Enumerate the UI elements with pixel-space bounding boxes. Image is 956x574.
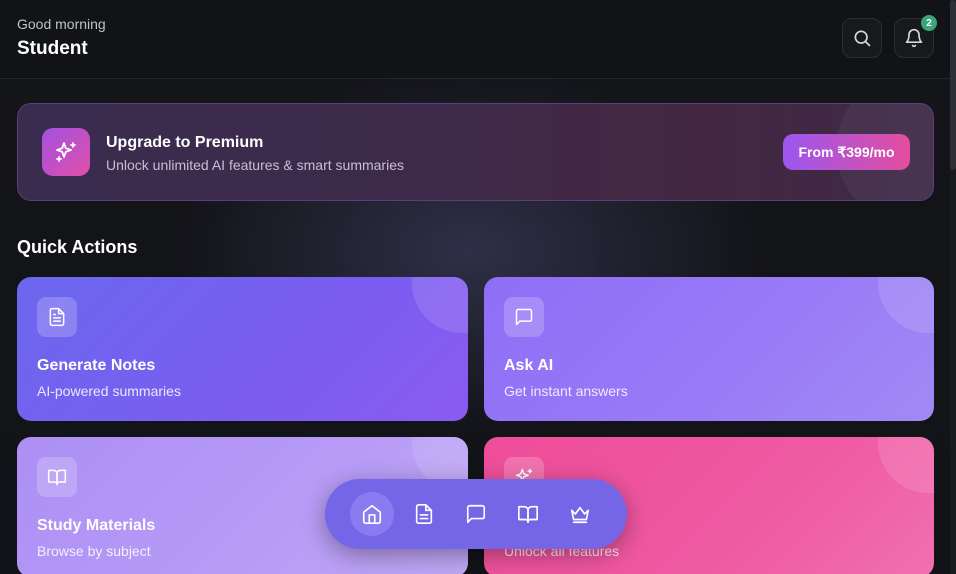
upgrade-price-button[interactable]: From ₹399/mo [783, 134, 910, 170]
premium-icon-tile [42, 128, 90, 176]
ask-ai-card[interactable]: Ask AI Get instant answers [484, 277, 934, 421]
quick-actions-title: Quick Actions [17, 237, 138, 257]
nav-premium[interactable] [558, 492, 602, 536]
crown-icon [570, 506, 590, 524]
premium-subtitle: Unlock unlimited AI features & smart sum… [106, 157, 404, 173]
chat-icon [466, 504, 486, 524]
premium-title: Upgrade to Premium [106, 134, 264, 151]
card-title: Ask AI [504, 357, 554, 374]
chat-icon [515, 308, 533, 326]
decorative-circle [878, 437, 934, 493]
card-subtitle: AI-powered summaries [37, 383, 181, 399]
card-icon-tile [504, 297, 544, 337]
nav-notes[interactable] [402, 492, 446, 536]
card-subtitle: Get instant answers [504, 383, 628, 399]
generate-notes-card[interactable]: Generate Notes AI-powered summaries [17, 277, 468, 421]
greeting-text: Good morning [17, 16, 106, 32]
bottom-navigation [325, 479, 627, 549]
home-icon [362, 504, 382, 524]
card-icon-tile [37, 457, 77, 497]
card-title: Generate Notes [37, 357, 156, 374]
card-subtitle: Browse by subject [37, 543, 151, 559]
premium-banner[interactable]: Upgrade to Premium Unlock unlimited AI f… [17, 103, 934, 201]
nav-home[interactable] [350, 492, 394, 536]
decorative-circle [412, 277, 468, 333]
user-name: Student [17, 38, 88, 59]
search-button[interactable] [842, 18, 882, 58]
search-icon [854, 30, 871, 47]
document-icon [49, 307, 65, 327]
nav-study-materials[interactable] [506, 492, 550, 536]
decorative-circle [878, 277, 934, 333]
bell-icon [905, 28, 923, 48]
card-title: Study Materials [37, 517, 156, 534]
notification-badge: 2 [921, 15, 937, 31]
scrollbar-thumb[interactable] [950, 0, 956, 170]
nav-ask-ai[interactable] [454, 492, 498, 536]
sparkles-icon [56, 142, 76, 162]
book-icon [47, 469, 67, 486]
document-icon [415, 504, 433, 524]
book-icon [518, 505, 538, 524]
card-icon-tile [37, 297, 77, 337]
app-header: Good morning Student 2 [0, 0, 950, 79]
